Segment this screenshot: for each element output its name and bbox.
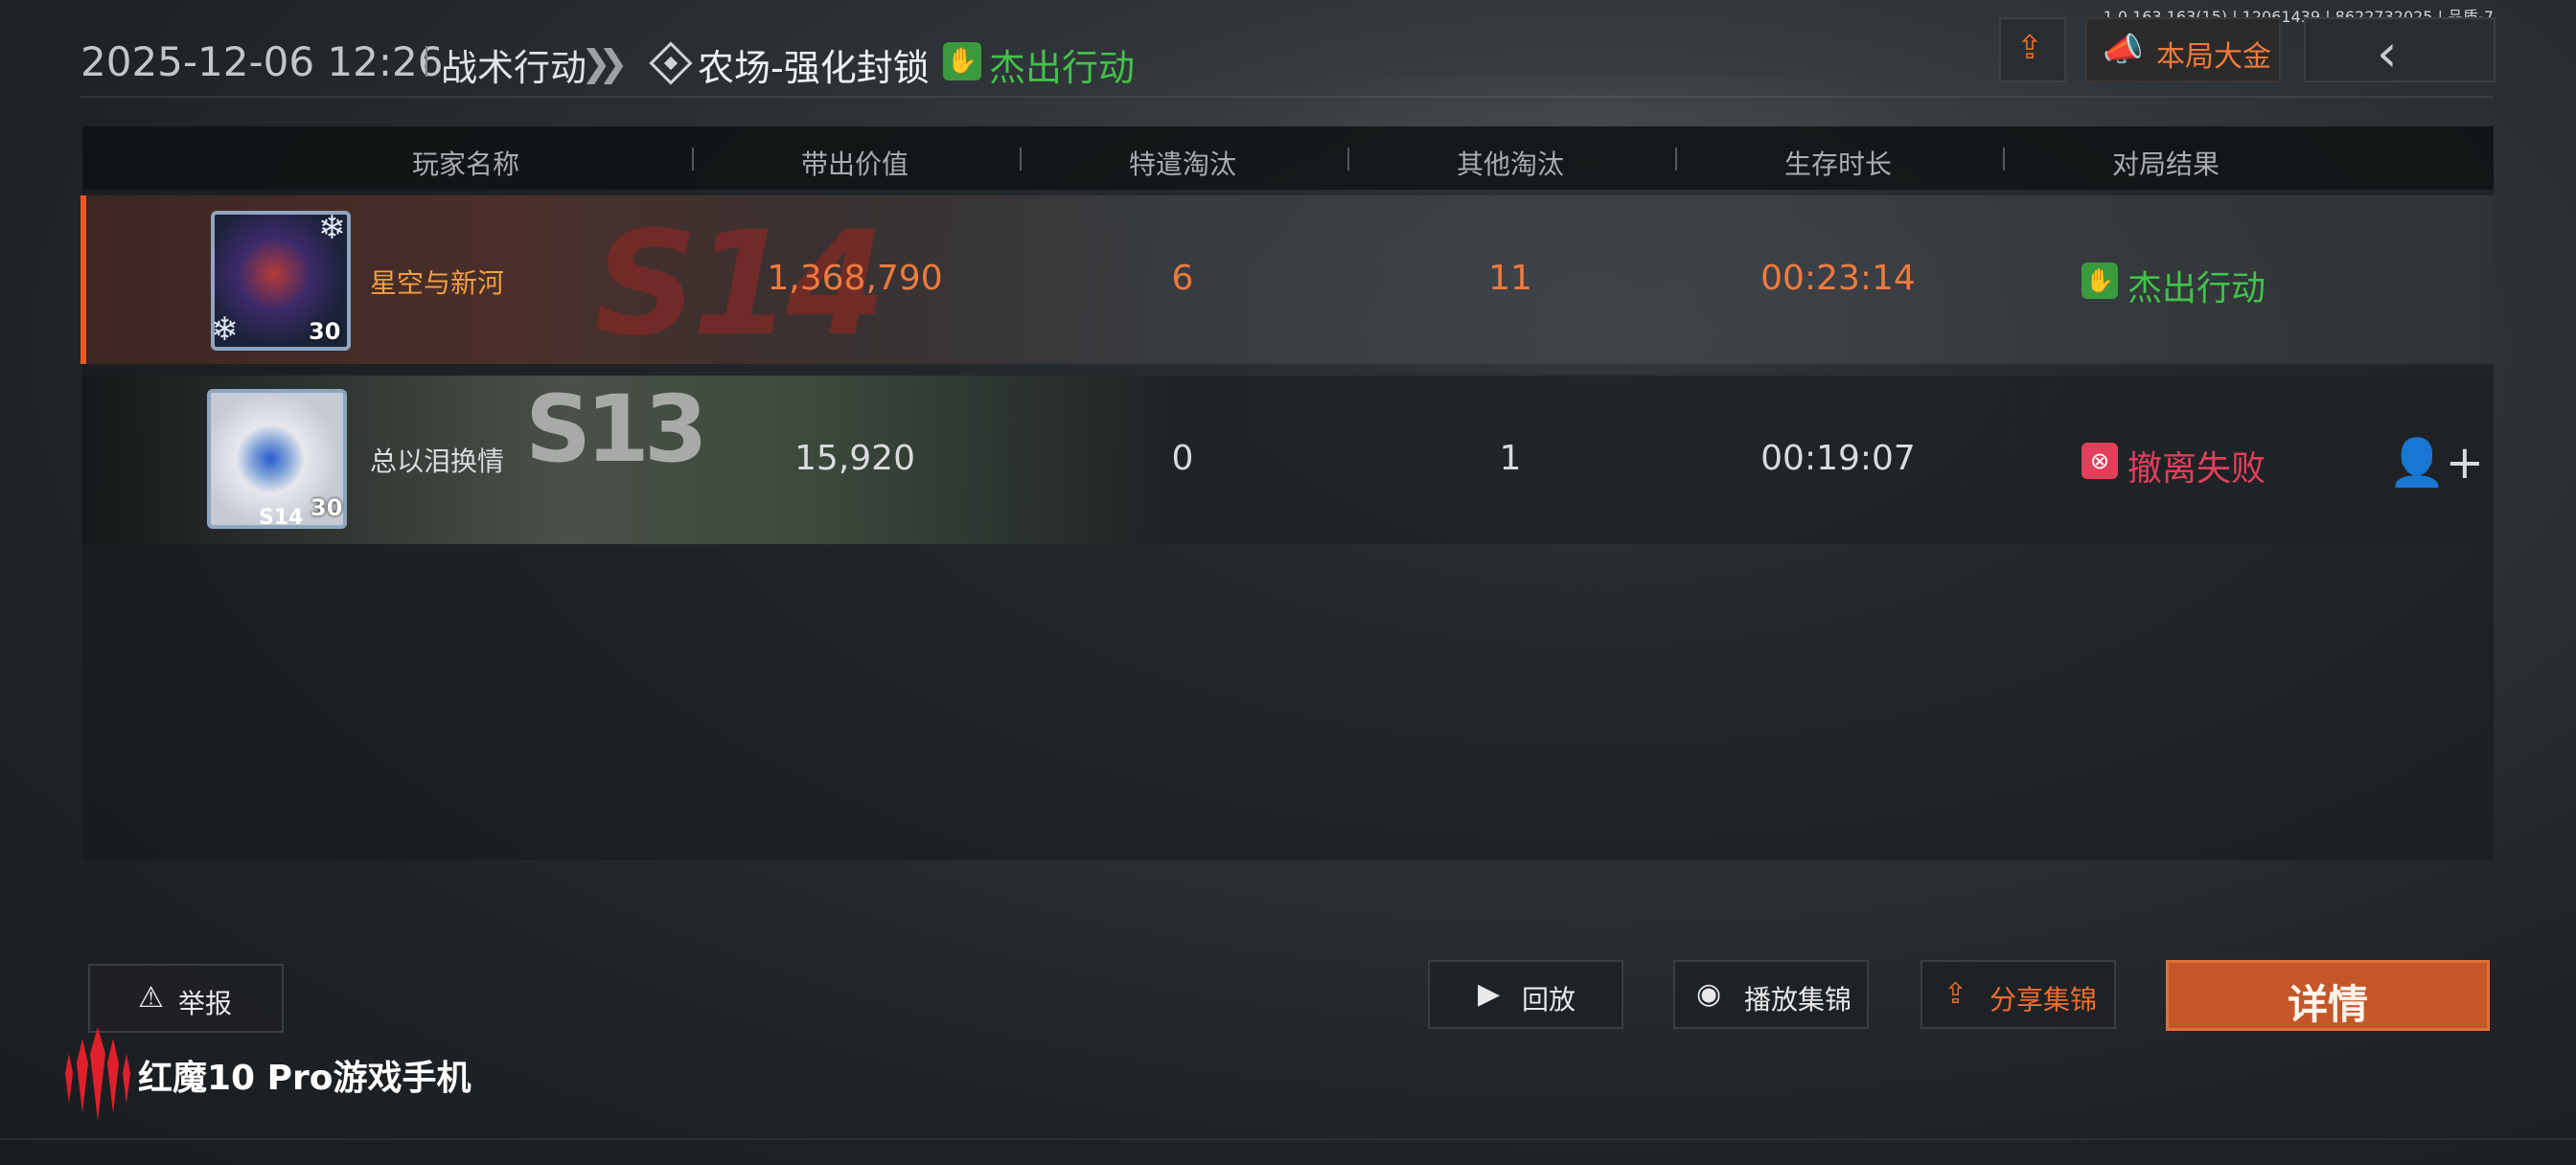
col-survival-time: 生存时长 — [1783, 148, 1892, 180]
season-background-label: S13 — [525, 376, 708, 483]
season-badge: S14 — [259, 506, 304, 530]
header-divider — [1675, 148, 1677, 171]
redmagic-logo — [65, 1027, 130, 1121]
match-result-label: 杰出行动 — [989, 47, 1136, 89]
frost-icon: ❄ — [211, 310, 239, 349]
details-button[interactable]: 详情 — [2166, 960, 2490, 1031]
play-highlights-label: 播放集锦 — [1744, 984, 1852, 1016]
jackpot-button[interactable]: 📣 本局大金 — [2085, 17, 2281, 82]
player-name: 星空与新河 — [370, 267, 505, 299]
report-label: 举报 — [178, 988, 233, 1019]
replay-button[interactable]: ▶ 回放 — [1428, 960, 1623, 1029]
success-badge-icon: ✋ — [943, 42, 981, 80]
header-divider — [426, 46, 427, 77]
match-result: 杰出行动 — [2128, 269, 2266, 308]
match-datetime: 2025-12-06 12:26 — [80, 38, 444, 85]
col-other-kills: 其他淘汰 — [1456, 148, 1564, 180]
survival-time: 00:23:14 — [1760, 259, 1916, 298]
brand-watermark: 红魔10 Pro游戏手机 — [138, 1059, 472, 1098]
player-level: 30 — [309, 318, 341, 345]
other-kills: 11 — [1488, 259, 1532, 298]
megaphone-icon: 📣 — [2103, 31, 2144, 69]
survival-time: 00:19:07 — [1760, 439, 1916, 478]
header-underline — [80, 96, 2494, 98]
extracted-value: 15,920 — [794, 439, 915, 478]
special-kills: 0 — [1171, 439, 1194, 478]
diamond-map-icon — [649, 41, 693, 85]
player-name: 总以泪换情 — [370, 445, 505, 477]
avatar[interactable]: S14 30 — [207, 389, 347, 530]
report-button[interactable]: ⚠ 举报 — [88, 964, 284, 1033]
col-special-kills: 特遣淘汰 — [1128, 148, 1236, 180]
header-divider — [2003, 148, 2005, 171]
highlights-icon: ◉ — [1696, 977, 1722, 1011]
bottom-divider — [0, 1138, 2576, 1140]
replay-label: 回放 — [1522, 984, 1576, 1016]
share-icon: ⇪ — [1944, 977, 1968, 1011]
self-highlight-bar — [80, 195, 86, 364]
header-divider — [1020, 148, 1022, 171]
header-divider — [692, 148, 694, 171]
share-highlights-button[interactable]: ⇪ 分享集锦 — [1920, 960, 2116, 1029]
success-badge-icon: ✋ — [2082, 263, 2118, 299]
fail-badge-icon: ⊗ — [2082, 443, 2118, 479]
details-label: 详情 — [2287, 981, 2368, 1028]
avatar[interactable]: ❄ ❄ 30 — [211, 209, 351, 351]
game-mode: 战术行动 — [441, 47, 587, 89]
warning-icon: ⚠ — [138, 981, 164, 1015]
add-friend-icon[interactable]: 👤+ — [2388, 435, 2484, 490]
col-value: 带出价值 — [800, 148, 908, 180]
frost-icon: ❄ — [318, 209, 346, 247]
play-highlights-button[interactable]: ◉ 播放集锦 — [1673, 960, 1869, 1029]
table-header: 玩家名称 带出价值 特遣淘汰 其他淘汰 生存时长 对局结果 — [82, 126, 2494, 190]
back-button[interactable]: ‹ — [2304, 17, 2496, 83]
share-highlights-label: 分享集锦 — [1990, 984, 2098, 1016]
extracted-value: 1,368,790 — [767, 259, 943, 298]
col-player-name: 玩家名称 — [411, 148, 519, 180]
special-kills: 6 — [1171, 259, 1194, 298]
col-match-result: 对局结果 — [2111, 148, 2220, 180]
share-icon: ⇪ — [2015, 29, 2044, 67]
chevron-right-icon: ❯❯ — [581, 42, 629, 84]
map-name: 农场-强化封锁 — [698, 47, 930, 89]
replay-icon: ▶ — [1478, 977, 1501, 1011]
other-kills: 1 — [1499, 439, 1522, 478]
match-result: 撤离失败 — [2128, 449, 2266, 489]
header-divider — [1347, 148, 1349, 171]
back-chevron-icon: ‹ — [2377, 23, 2398, 83]
share-button[interactable]: ⇪ — [1999, 17, 2066, 82]
player-level: 30 — [310, 494, 343, 521]
jackpot-label: 本局大金 — [2156, 40, 2271, 74]
